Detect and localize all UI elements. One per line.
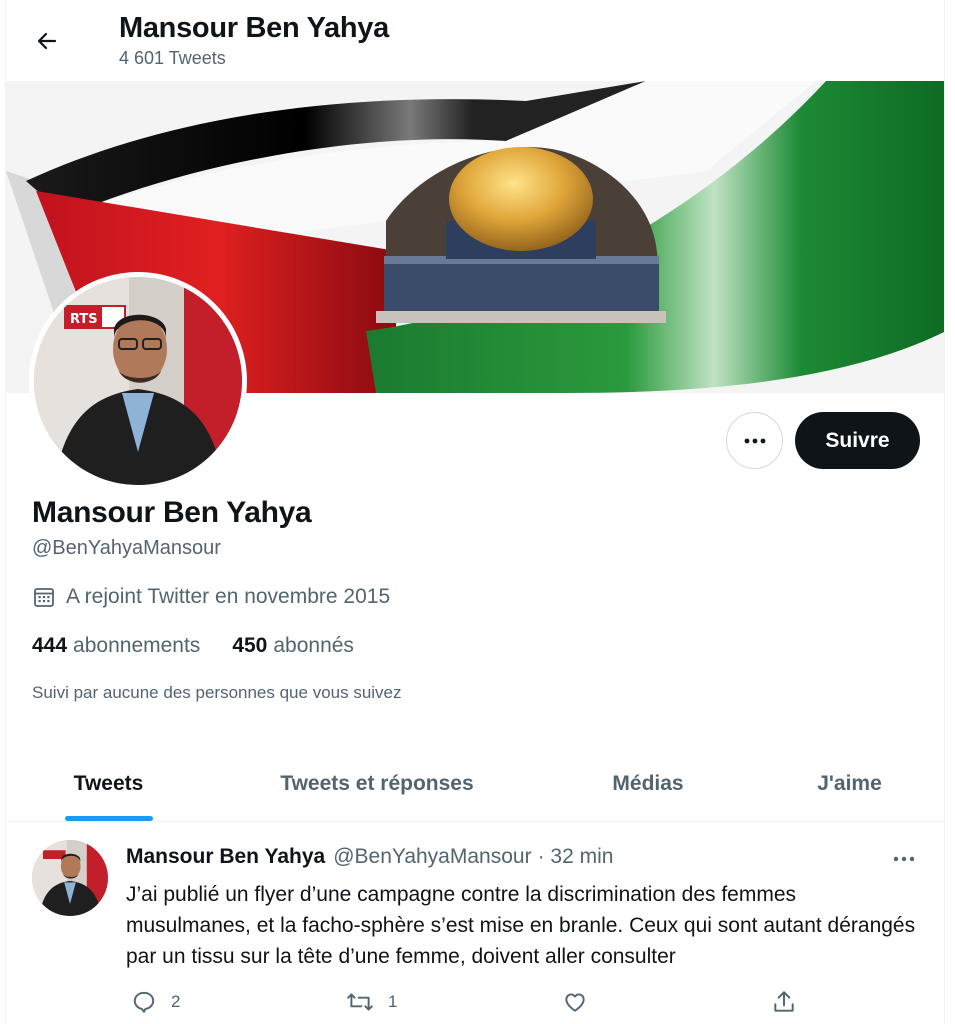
heart-icon bbox=[565, 993, 585, 1012]
follow-button[interactable]: Suivre bbox=[795, 412, 920, 469]
reply-button[interactable]: 2 bbox=[131, 989, 180, 1015]
tweet-author-handle[interactable]: @BenYahyaMansour bbox=[333, 845, 531, 869]
retweet-icon bbox=[347, 993, 373, 1011]
profile-avatar[interactable]: RTS bbox=[29, 272, 247, 490]
followed-by-text: Suivi par aucune des personnes que vous … bbox=[32, 683, 402, 702]
followers-link[interactable]: 450 abonnés bbox=[232, 634, 354, 658]
tweet-header: Mansour Ben Yahya @BenYahyaMansour · 32 … bbox=[126, 845, 613, 869]
join-date: A rejoint Twitter en novembre 2015 bbox=[32, 585, 390, 609]
tweet-author-name[interactable]: Mansour Ben Yahya bbox=[126, 845, 325, 869]
active-tab-indicator bbox=[65, 816, 153, 821]
calendar-icon bbox=[32, 585, 56, 609]
avatar-badge-text: RTS bbox=[70, 312, 98, 327]
tweet[interactable]: Mansour Ben Yahya @BenYahyaMansour · 32 … bbox=[6, 823, 944, 1024]
following-link[interactable]: 444 abonnements bbox=[32, 634, 200, 658]
tweet-more-button[interactable] bbox=[884, 845, 924, 873]
tweet-actions: 2 1 bbox=[126, 989, 806, 1019]
profile-column: Mansour Ben Yahya 4 601 Tweets RTS Suivr… bbox=[5, 0, 945, 1024]
more-options-button[interactable] bbox=[726, 412, 783, 469]
share-button[interactable] bbox=[771, 989, 797, 1015]
back-button[interactable] bbox=[28, 22, 66, 60]
tab-tweets-replies[interactable]: Tweets et réponses bbox=[211, 746, 543, 822]
more-horizontal-icon bbox=[744, 438, 765, 443]
tweet-avatar[interactable] bbox=[32, 840, 108, 916]
share-icon bbox=[774, 991, 794, 1012]
following-label: abonnements bbox=[73, 634, 201, 657]
reply-count: 2 bbox=[171, 992, 181, 1011]
profile-handle: @BenYahyaMansour bbox=[32, 537, 221, 559]
arrow-left-icon bbox=[37, 32, 57, 50]
follow-stats: 444 abonnements 450 abonnés bbox=[32, 634, 386, 658]
tweet-time[interactable]: · 32 min bbox=[538, 845, 614, 869]
profile-tabs: Tweets Tweets et réponses Médias J'aime bbox=[6, 746, 944, 822]
retweet-button[interactable]: 1 bbox=[346, 989, 397, 1015]
tweet-text: J’ai publié un flyer d’une campagne cont… bbox=[126, 883, 916, 968]
following-count: 444 bbox=[32, 634, 68, 657]
followers-count: 450 bbox=[232, 634, 268, 657]
join-date-text: A rejoint Twitter en novembre 2015 bbox=[66, 585, 391, 608]
like-button[interactable] bbox=[562, 989, 588, 1015]
top-bar: Mansour Ben Yahya 4 601 Tweets bbox=[6, 0, 944, 81]
tab-media[interactable]: Médias bbox=[543, 746, 753, 822]
reply-icon bbox=[133, 991, 155, 1013]
tab-tweets[interactable]: Tweets bbox=[6, 746, 211, 822]
header-tweet-count: 4 601 Tweets bbox=[119, 48, 226, 68]
followers-label: abonnés bbox=[273, 634, 354, 657]
tweet-avatar-photo bbox=[32, 840, 108, 916]
retweet-count: 1 bbox=[388, 992, 398, 1011]
profile-name: Mansour Ben Yahya bbox=[32, 496, 312, 529]
more-horizontal-icon bbox=[893, 856, 915, 862]
avatar-photo: RTS bbox=[34, 277, 242, 485]
header-title: Mansour Ben Yahya bbox=[119, 12, 389, 44]
tab-likes[interactable]: J'aime bbox=[753, 746, 946, 822]
